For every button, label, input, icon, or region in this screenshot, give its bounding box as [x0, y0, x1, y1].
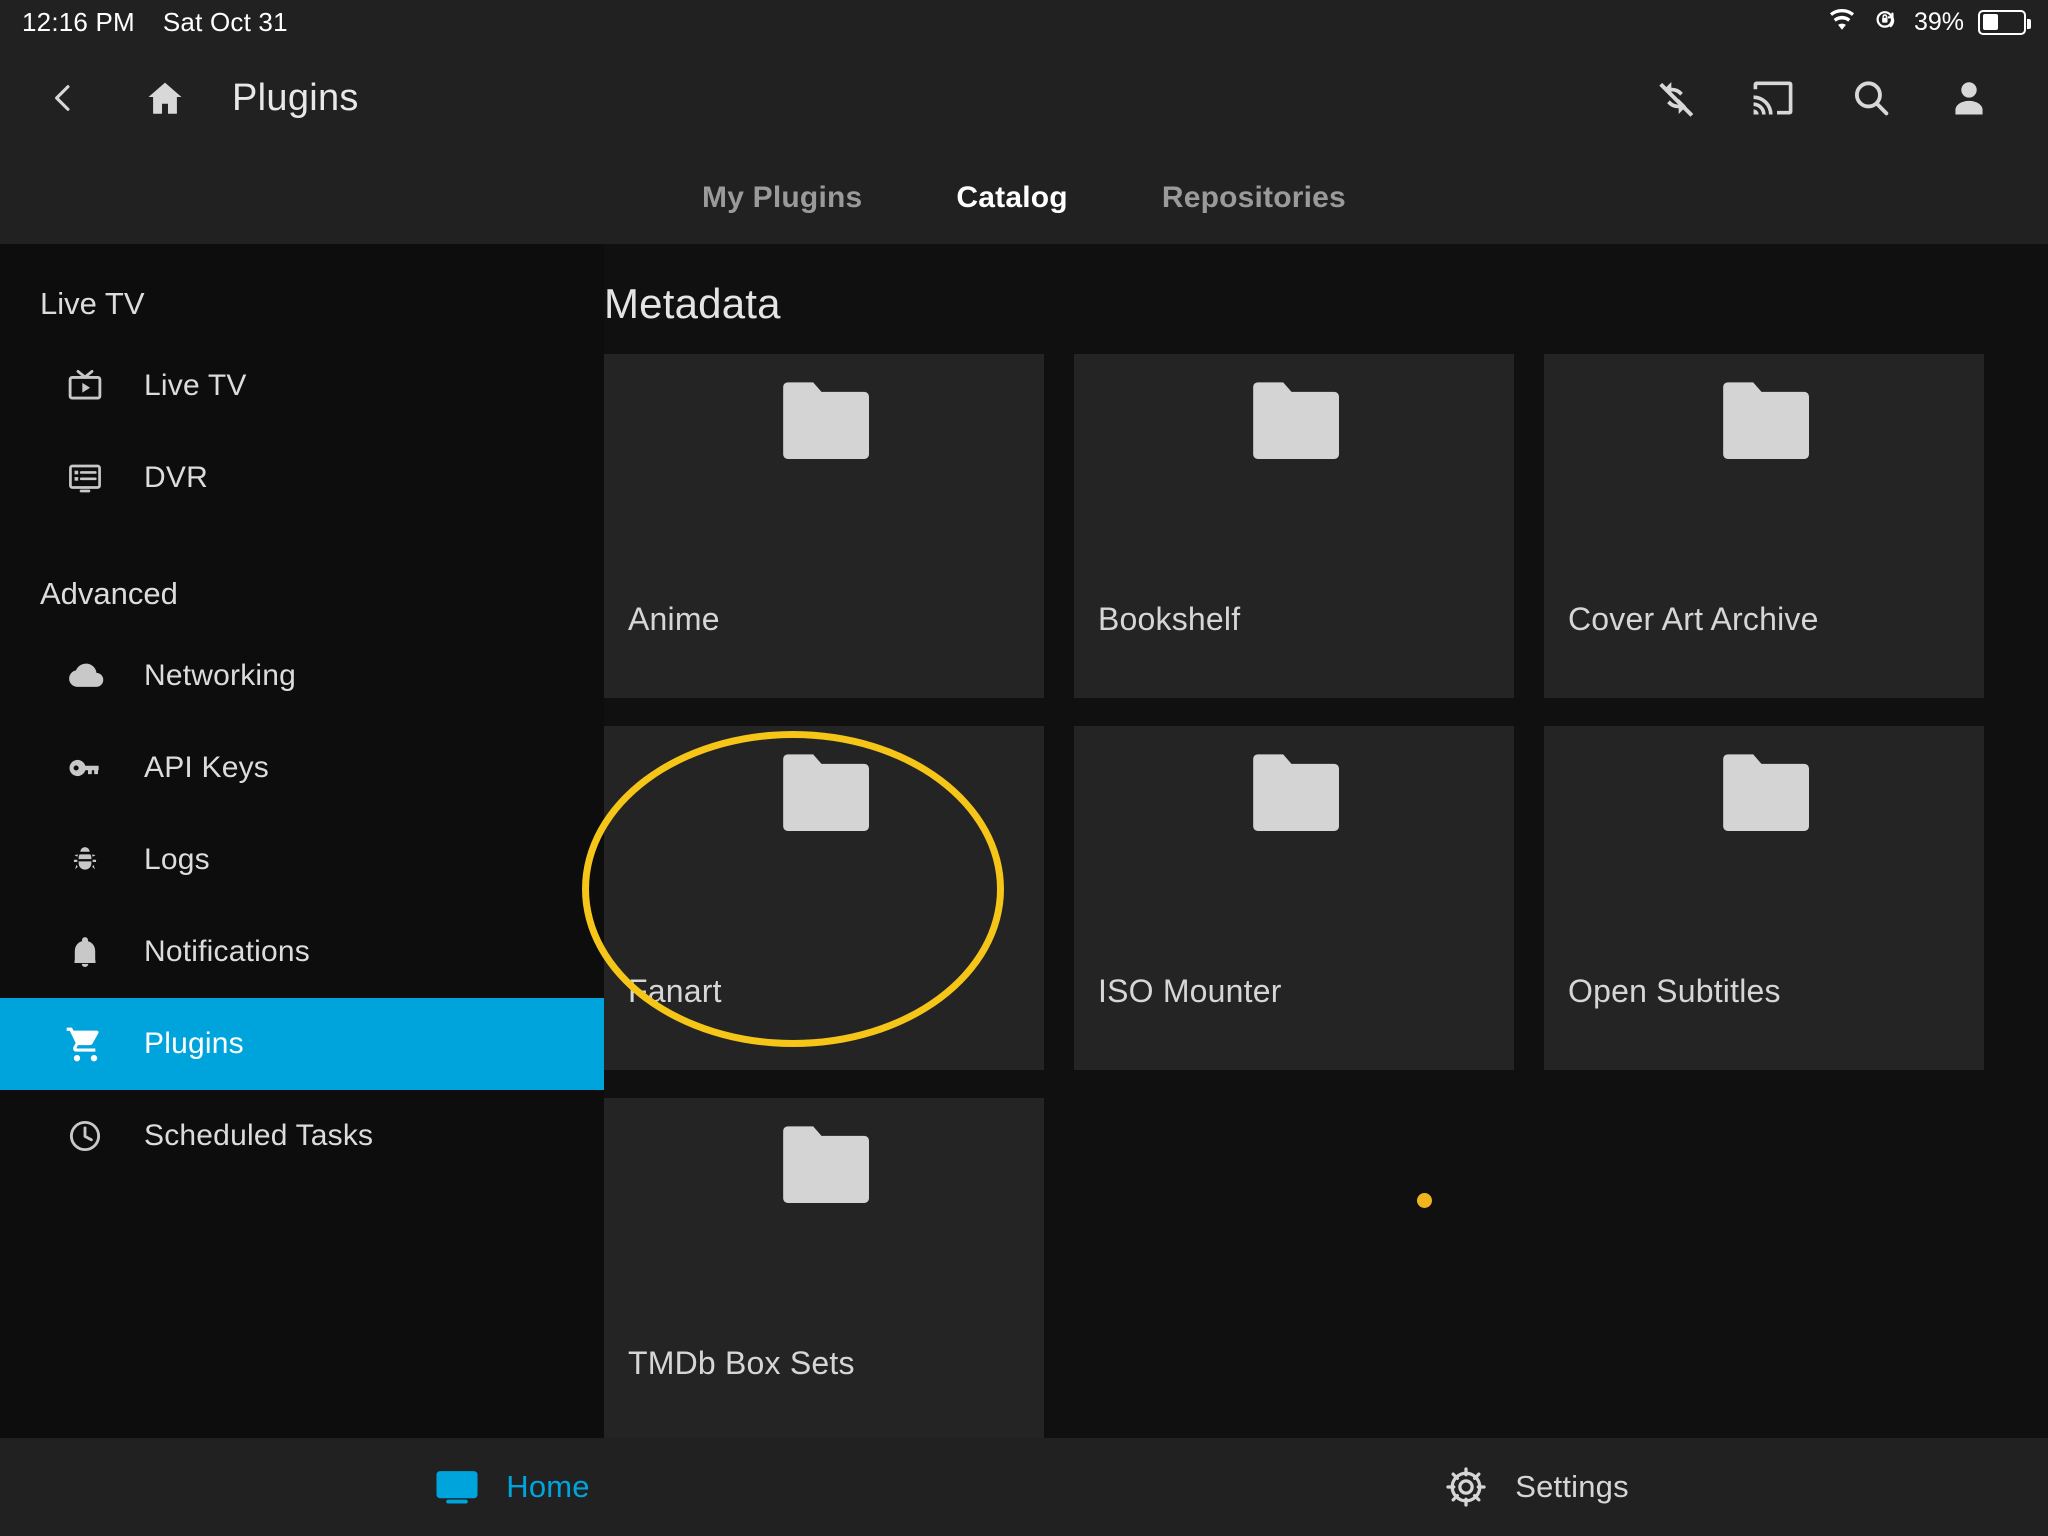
sidebar-item-label: DVR [144, 461, 208, 494]
app-header: Plugins [0, 44, 2048, 152]
status-bar-right: 39% [1826, 6, 2031, 39]
plugin-card-name: Bookshelf [1098, 601, 1241, 637]
app-root: 12:16 PM Sat Oct 31 39% Plugins My Plugi… [0, 0, 2048, 1536]
sidebar-item-label: Notifications [144, 935, 311, 968]
clock-icon [64, 1115, 106, 1157]
folder-icon [774, 382, 874, 471]
wifi-icon [1826, 7, 1858, 38]
account-icon[interactable] [1932, 61, 2006, 135]
folder-icon [1244, 754, 1344, 843]
plugin-card-name: Fanart [628, 973, 722, 1009]
sync-disabled-icon[interactable] [1638, 61, 1712, 135]
tab-bar: My Plugins Catalog Repositories [0, 152, 2048, 244]
status-bar: 12:16 PM Sat Oct 31 39% [0, 0, 2048, 44]
plugin-card-name: Anime [628, 601, 720, 637]
plugin-card-name: Cover Art Archive [1568, 601, 1819, 637]
sidebar-item-live-tv[interactable]: Live TV [0, 340, 604, 432]
page-title: Plugins [232, 76, 359, 119]
plugin-card-bookshelf[interactable]: Bookshelf [1074, 354, 1514, 698]
sidebar-item-label: Plugins [144, 1027, 244, 1060]
sidebar-item-notifications[interactable]: Notifications [0, 906, 604, 998]
status-bar-left: 12:16 PM Sat Oct 31 [22, 7, 288, 38]
plugin-card-name: TMDb Box Sets [628, 1345, 855, 1381]
battery-icon [1978, 9, 2031, 35]
folder-icon [1714, 382, 1814, 471]
folder-icon [774, 1126, 874, 1215]
sidebar-item-scheduled-tasks[interactable]: Scheduled Tasks [0, 1090, 604, 1182]
tab-repositories[interactable]: Repositories [1156, 171, 1352, 225]
sidebar-item-label: Logs [144, 843, 210, 876]
bell-icon [64, 931, 106, 973]
bottom-nav-label: Home [506, 1469, 590, 1504]
back-chevron-icon[interactable] [26, 61, 100, 135]
plugin-card-grid: Anime Bookshelf Cover Art Archive Fanart [604, 354, 2048, 1438]
battery-percent: 39% [1913, 7, 1964, 36]
folder-icon [1714, 754, 1814, 843]
sidebar-section-live-tv: Live TV [40, 286, 145, 321]
sidebar-divider [0, 524, 604, 558]
sidebar-item-label: API Keys [144, 751, 269, 784]
bug-icon [64, 839, 106, 881]
plugin-card-anime[interactable]: Anime [604, 354, 1044, 698]
section-title: Metadata [604, 280, 781, 327]
sidebar-section-advanced: Advanced [40, 576, 178, 611]
sidebar-item-dvr[interactable]: DVR [0, 432, 604, 524]
rotation-lock-icon [1872, 6, 1900, 39]
header-actions [1638, 61, 2022, 135]
plugin-card-name: Open Subtitles [1568, 973, 1781, 1009]
status-date: Sat Oct 31 [162, 6, 288, 37]
plugin-card-cover-art-archive[interactable]: Cover Art Archive [1544, 354, 1984, 698]
bottom-nav-settings[interactable]: Settings [1024, 1464, 2048, 1510]
folder-icon [774, 754, 874, 843]
sidebar-item-plugins[interactable]: Plugins [0, 998, 604, 1090]
plugin-card-fanart[interactable]: Fanart [604, 726, 1044, 1070]
tab-my-plugins[interactable]: My Plugins [696, 171, 868, 225]
plugin-card-name: ISO Mounter [1098, 973, 1282, 1009]
monitor-icon [434, 1464, 480, 1510]
status-time: 12:16 PM [22, 6, 135, 37]
folder-icon [1244, 382, 1344, 471]
featured-playlist-icon [64, 457, 106, 499]
bottom-nav-label: Settings [1515, 1469, 1629, 1504]
sidebar-item-networking[interactable]: Networking [0, 630, 604, 722]
shopping-cart-icon [64, 1023, 106, 1065]
sidebar-item-logs[interactable]: Logs [0, 814, 604, 906]
sidebar-item-api-keys[interactable]: API Keys [0, 722, 604, 814]
sidebar: Live TV Live TV DVR Advanced Networking … [0, 244, 604, 1438]
sidebar-item-label: Scheduled Tasks [144, 1119, 374, 1152]
plugin-card-tmdb-box-sets[interactable]: TMDb Box Sets [604, 1098, 1044, 1438]
sidebar-item-label: Live TV [144, 369, 247, 402]
home-icon[interactable] [128, 61, 202, 135]
key-icon [64, 747, 106, 789]
cast-icon[interactable] [1736, 61, 1810, 135]
cloud-icon [64, 655, 106, 697]
sidebar-item-label: Networking [144, 659, 297, 692]
plugin-card-open-subtitles[interactable]: Open Subtitles [1544, 726, 1984, 1070]
tv-icon [64, 365, 106, 407]
tab-catalog[interactable]: Catalog [950, 171, 1073, 225]
content-area: Metadata Anime Bookshelf Cover Art Archi… [604, 244, 2048, 1438]
bottom-nav-home[interactable]: Home [0, 1464, 1024, 1510]
plugin-card-iso-mounter[interactable]: ISO Mounter [1074, 726, 1514, 1070]
bottom-navigation-bar: Home Settings [0, 1438, 2048, 1536]
search-icon[interactable] [1834, 61, 1908, 135]
gear-icon [1443, 1464, 1489, 1510]
